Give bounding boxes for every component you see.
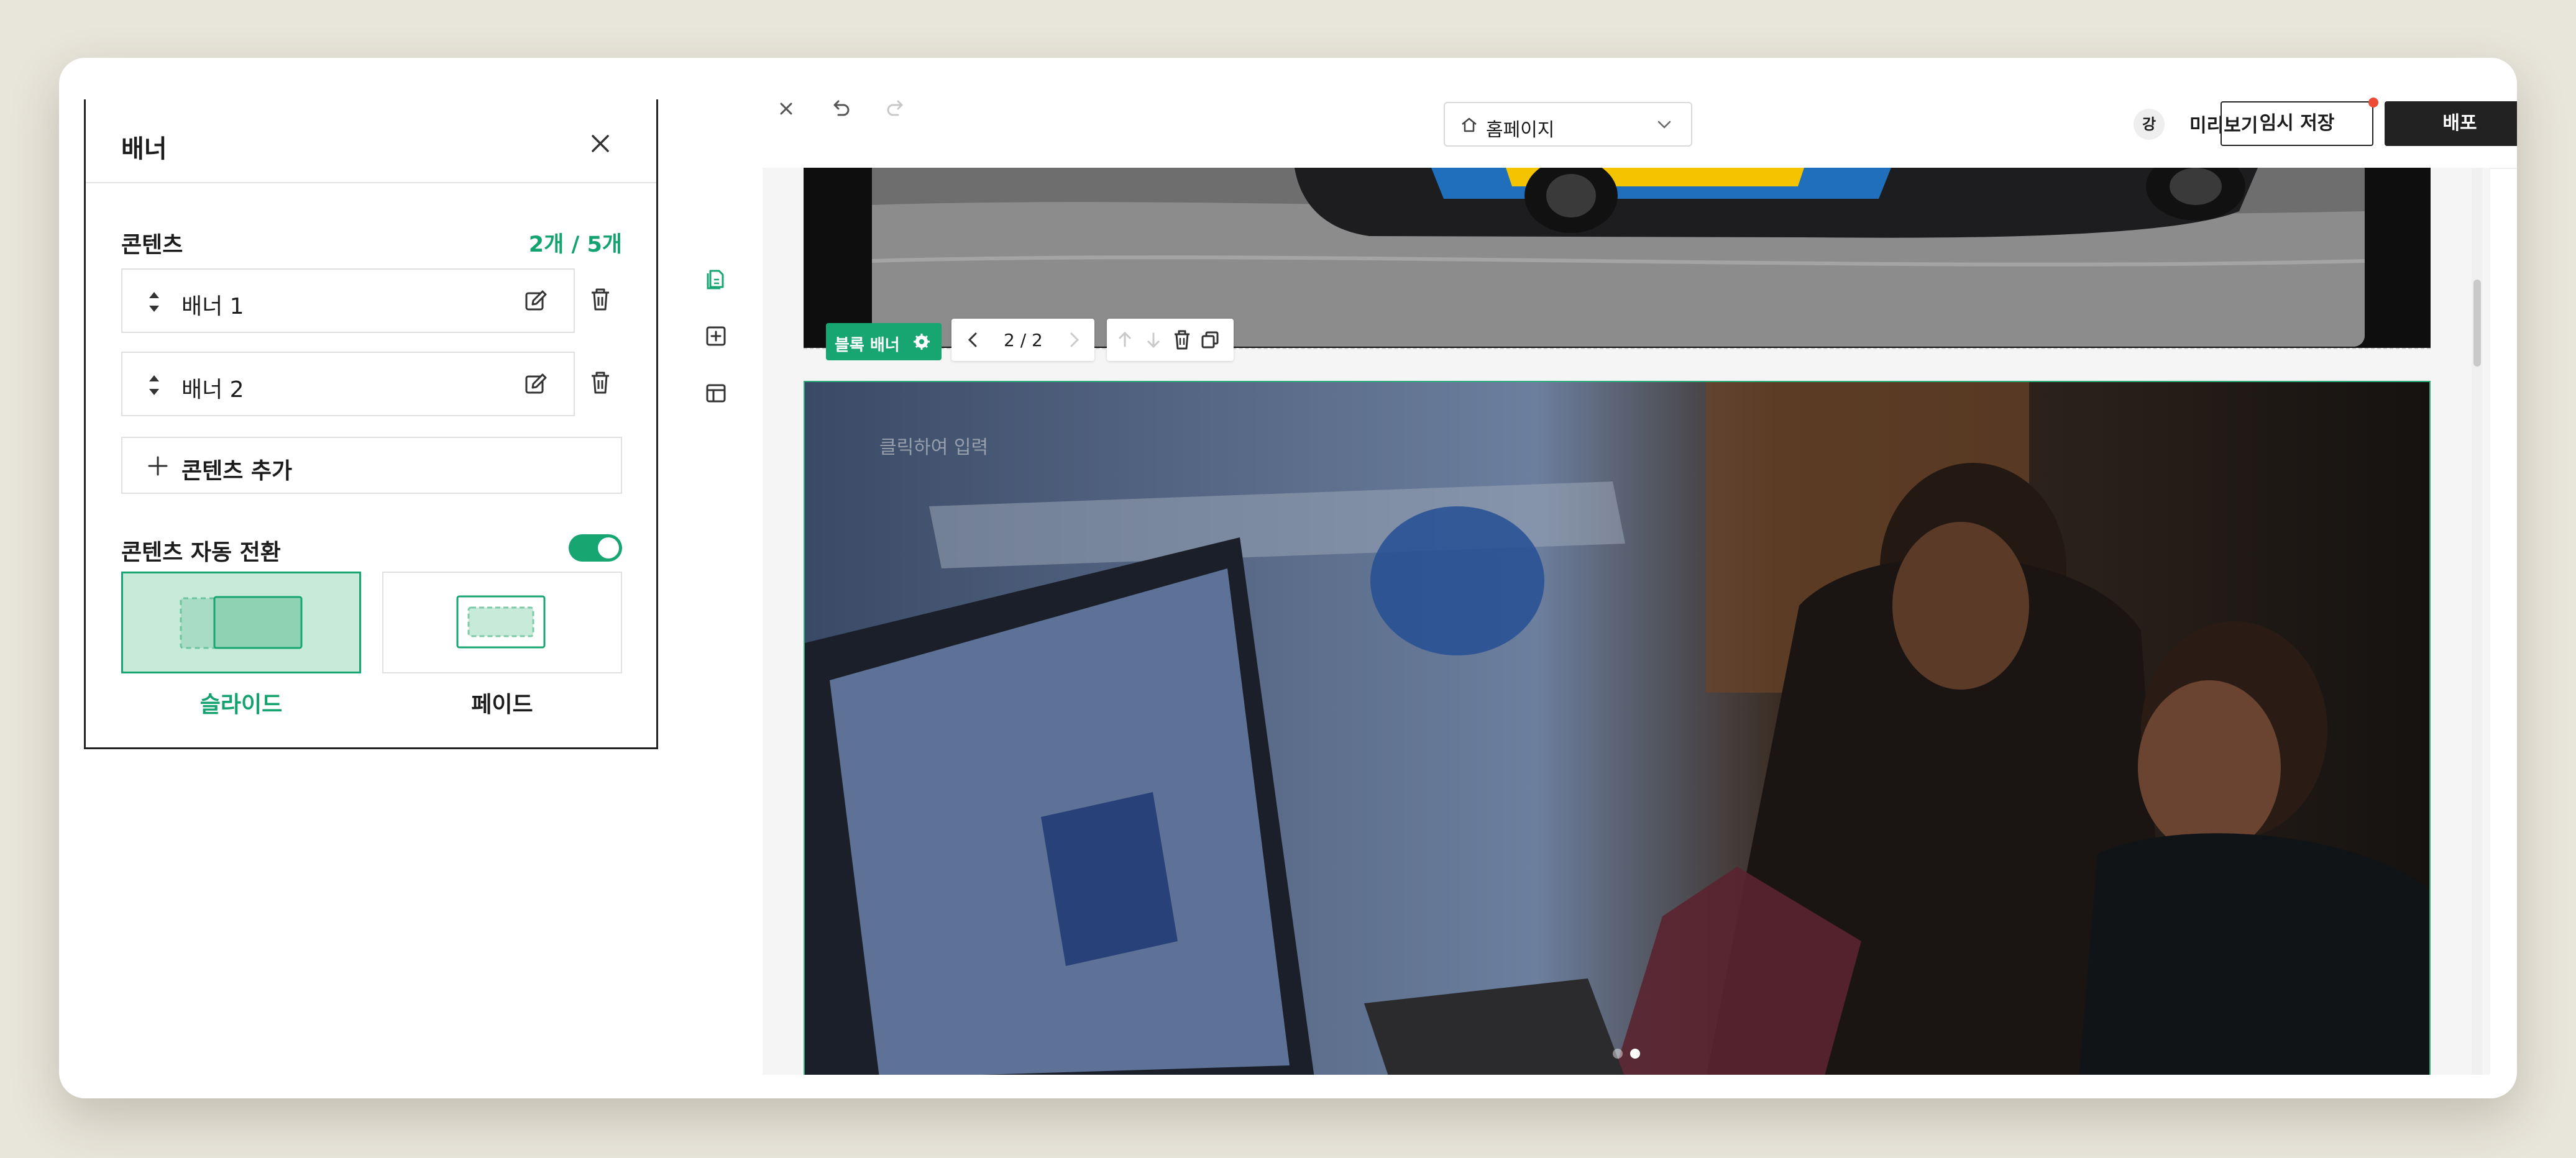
home-icon xyxy=(1462,117,1477,132)
item-label: 배너 2 xyxy=(181,377,244,403)
chevron-right-icon[interactable] xyxy=(1065,330,1083,350)
item-label: 배너 1 xyxy=(181,294,244,319)
trash-icon[interactable] xyxy=(589,287,612,312)
banner-text-placeholder[interactable]: 클릭하여 입력 xyxy=(879,432,988,459)
list-item[interactable]: 배너 1 xyxy=(121,268,575,333)
slide-preview-icon xyxy=(180,596,303,649)
redo-icon[interactable] xyxy=(883,96,908,121)
fade-preview-icon xyxy=(456,595,546,649)
close-icon[interactable] xyxy=(588,131,613,156)
undo-icon[interactable] xyxy=(828,96,853,121)
chevron-down-icon xyxy=(1657,121,1671,129)
auto-switch-label: 콘텐츠 자동 전환 xyxy=(121,540,281,565)
page-select-value: 홈페이지 xyxy=(1486,119,1555,141)
pages-icon[interactable] xyxy=(704,267,728,291)
list-item[interactable]: 배너 2 xyxy=(121,352,575,416)
add-block-icon[interactable] xyxy=(704,324,728,348)
edit-icon[interactable] xyxy=(524,290,548,313)
contents-count: 2개 / 5개 xyxy=(528,232,622,257)
editor-topbar: 홈페이지 강 미리보기 임시 저장 배포 xyxy=(668,58,2517,169)
layout-icon[interactable] xyxy=(704,381,728,405)
office-photo xyxy=(805,382,2429,1075)
editor-canvas: 클릭하여 입력 xyxy=(763,168,2490,1075)
sort-handle-icon[interactable] xyxy=(147,372,161,399)
panel-title: 배너 xyxy=(121,135,167,163)
contents-title: 콘텐츠 xyxy=(121,232,183,258)
app-window: 배너 콘텐츠 2개 / 5개 배너 1 배너 2 콘텐츠 추가 콘텐츠 자동 전… xyxy=(59,58,2517,1098)
notification-dot xyxy=(2368,98,2378,107)
sort-handle-icon[interactable] xyxy=(147,288,161,316)
block-tools xyxy=(1107,319,1234,361)
add-content-label: 콘텐츠 추가 xyxy=(181,458,293,484)
block-type-label: 블록 배너 xyxy=(835,336,900,355)
move-up-icon[interactable] xyxy=(1116,330,1134,350)
banner-settings-panel: 배너 콘텐츠 2개 / 5개 배너 1 배너 2 콘텐츠 추가 콘텐츠 자동 전… xyxy=(84,99,658,749)
close-icon[interactable] xyxy=(774,96,799,121)
slide-option[interactable] xyxy=(121,572,361,673)
add-content-button[interactable]: 콘텐츠 추가 xyxy=(121,437,622,494)
slide-pager: 2 / 2 xyxy=(951,319,1094,361)
block-type-tag[interactable]: 블록 배너 xyxy=(826,323,942,360)
draft-save-button[interactable]: 임시 저장 xyxy=(2221,101,2373,146)
race-car-image xyxy=(872,168,2365,347)
scrollbar-thumb[interactable] xyxy=(2473,280,2481,367)
carousel-dot[interactable] xyxy=(1613,1049,1623,1059)
panel-header: 배너 xyxy=(86,104,656,183)
avatar[interactable]: 강 xyxy=(2134,109,2165,140)
move-down-icon[interactable] xyxy=(1144,330,1163,350)
plus-icon xyxy=(148,456,168,476)
carousel-dot-active[interactable] xyxy=(1630,1049,1640,1059)
chevron-left-icon[interactable] xyxy=(964,330,983,350)
gear-icon[interactable] xyxy=(913,333,930,350)
page-select[interactable]: 홈페이지 xyxy=(1444,102,1692,147)
fade-option[interactable] xyxy=(382,572,622,673)
duplicate-icon[interactable] xyxy=(1200,330,1220,350)
pager-label: 2 / 2 xyxy=(1004,330,1043,350)
toggle-knob xyxy=(598,537,619,558)
trash-icon[interactable] xyxy=(1173,329,1191,350)
car-photo xyxy=(872,168,2365,347)
fade-option-label: 페이드 xyxy=(471,692,533,718)
deploy-button[interactable]: 배포 xyxy=(2385,101,2517,146)
banner-block-2[interactable]: 클릭하여 입력 xyxy=(804,381,2431,1075)
edit-icon[interactable] xyxy=(524,373,548,396)
trash-icon[interactable] xyxy=(589,370,612,395)
auto-switch-toggle[interactable] xyxy=(569,534,622,562)
slide-option-label: 슬라이드 xyxy=(199,692,283,718)
tool-rail xyxy=(668,168,763,1098)
